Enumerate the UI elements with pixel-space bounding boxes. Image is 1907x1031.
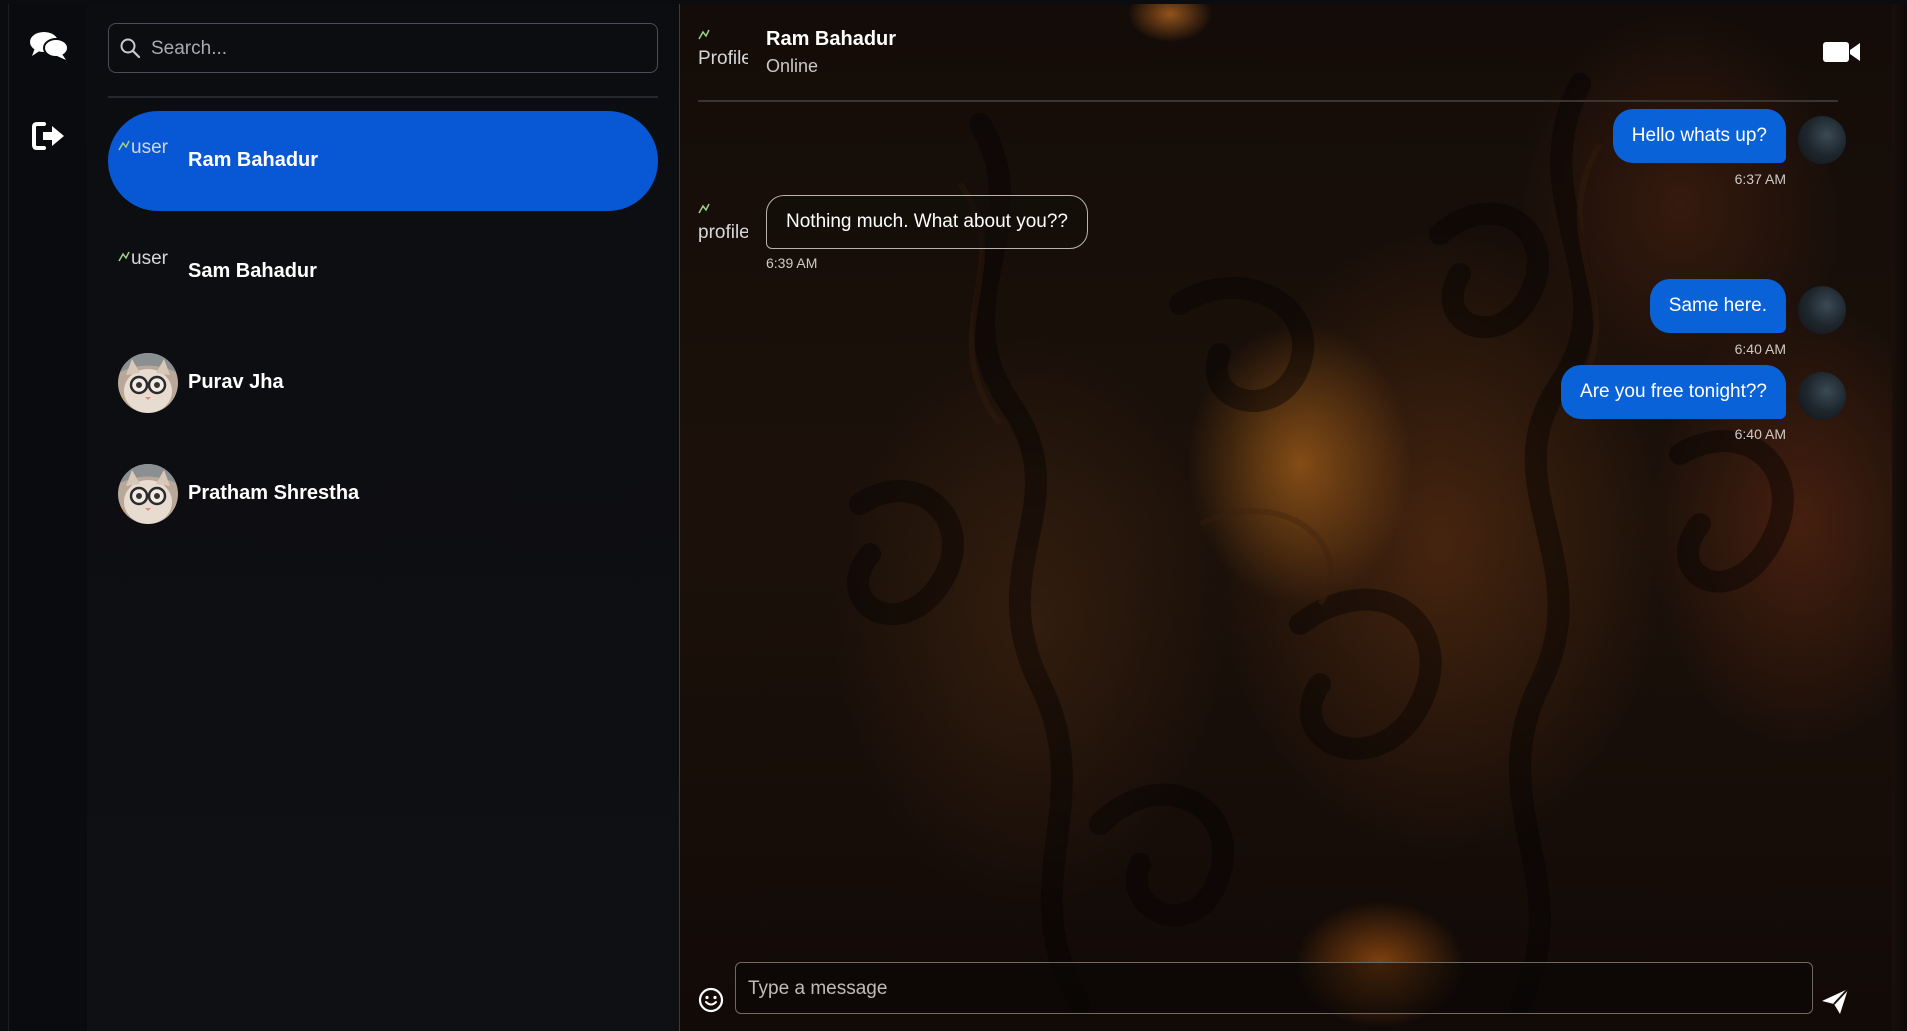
chat-contact-status: Online (766, 56, 819, 76)
sign-out-icon (32, 122, 64, 150)
chat-header-avatar: Profile (698, 26, 748, 70)
chat-app: user Ram Bahadur user Sam Bahadur (0, 0, 1907, 1031)
sender-avatar (1798, 372, 1846, 420)
contact-name: Sam Bahadur (188, 260, 317, 282)
message-bubble-outgoing: Hello whats up? (1612, 109, 1786, 163)
avatar-alt-text: profile (698, 222, 748, 243)
sender-avatar (1798, 116, 1846, 164)
avatar-alt-text: user (131, 248, 168, 269)
logout-button[interactable] (29, 116, 69, 156)
message-bubble-outgoing: Same here. (1649, 279, 1786, 333)
send-button[interactable] (1820, 986, 1850, 1016)
sidebar-divider (108, 96, 658, 98)
emoji-button[interactable] (698, 987, 724, 1013)
contact-item-sam-bahadur[interactable]: user Sam Bahadur (108, 222, 658, 322)
contact-name: Purav Jha (188, 371, 284, 393)
search-icon (120, 38, 141, 59)
video-call-button[interactable] (1822, 38, 1862, 66)
broken-image-icon (118, 140, 130, 151)
avatar-alt-text: user (131, 137, 168, 158)
incoming-avatar: profile (698, 200, 748, 244)
contact-avatar (118, 353, 178, 413)
search-box[interactable] (108, 23, 658, 74)
cat-avatar-icon (118, 353, 178, 413)
cat-avatar-icon (118, 464, 178, 524)
message-timestamp: 6:39 AM (766, 255, 818, 271)
contact-item-pratham-shrestha[interactable]: Pratham Shrestha (108, 444, 658, 544)
broken-image-icon (698, 29, 710, 40)
contact-item-purav-jha[interactable]: Purav Jha (108, 333, 658, 433)
message-composer[interactable] (735, 962, 1813, 1015)
contact-name: Pratham Shrestha (188, 482, 360, 504)
chats-nav-button[interactable] (29, 26, 69, 66)
message-input[interactable] (746, 963, 1800, 1015)
broken-image-icon (118, 251, 130, 262)
contact-item-ram-bahadur[interactable]: user Ram Bahadur (108, 111, 658, 211)
chat-panel: Profile Ram Bahadur Online Hello whats u… (680, 4, 1892, 1031)
message-bubble-incoming: Nothing much. What about you?? (766, 195, 1089, 249)
message-timestamp: 6:40 AM (1734, 341, 1786, 357)
icon-rail (8, 4, 88, 1031)
avatar-alt-text: Profile (698, 48, 748, 69)
chat-contact-name: Ram Bahadur (766, 28, 897, 50)
window-edge (1892, 4, 1907, 1031)
message-bubble-outgoing: Are you free tonight?? (1561, 365, 1786, 419)
contacts-sidebar: user Ram Bahadur user Sam Bahadur (87, 4, 680, 1031)
contact-name: Ram Bahadur (188, 149, 319, 171)
contact-avatar (118, 464, 178, 524)
chat-header: Profile Ram Bahadur Online (698, 4, 1860, 102)
contact-avatar: user (118, 248, 178, 270)
message-timestamp: 6:40 AM (1734, 426, 1786, 442)
sender-avatar (1798, 286, 1846, 334)
contact-avatar: user (118, 137, 178, 159)
message-timestamp: 6:37 AM (1734, 171, 1786, 187)
broken-image-icon (698, 203, 710, 214)
search-input[interactable] (149, 24, 653, 74)
chat-bubbles-icon (30, 32, 69, 60)
